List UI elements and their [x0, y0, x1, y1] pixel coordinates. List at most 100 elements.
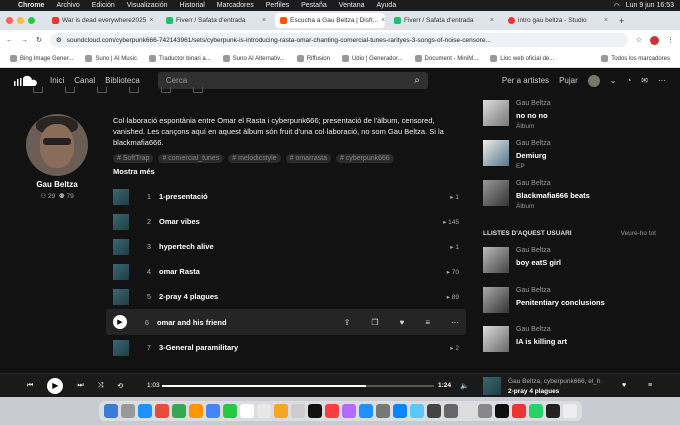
bookmark-2[interactable]: Traductor binari a... — [148, 55, 211, 62]
dock-app-icon[interactable] — [205, 404, 220, 418]
dock-app-icon[interactable] — [358, 404, 373, 418]
playlist-title[interactable]: Penitentiary conclusions — [516, 298, 605, 307]
album-artist[interactable]: Gau Beltza — [516, 180, 551, 187]
track-row[interactable]: 4 omar Rasta ▸ 70 — [106, 259, 466, 284]
dock-app-icon[interactable] — [324, 404, 339, 418]
chevron-down-icon[interactable]: ⌄ — [610, 76, 617, 85]
dock-app-icon[interactable] — [511, 404, 526, 418]
add-to-playlist-icon[interactable]: ≡ — [425, 318, 430, 327]
track-row[interactable]: 7 3-General paramilitary ▸ 2 — [106, 335, 466, 360]
action-icon[interactable] — [193, 87, 203, 93]
close-icon[interactable]: × — [149, 17, 153, 24]
tab-2[interactable]: Escucha a Gau Beltza | Disfr... × — [275, 13, 385, 28]
track-title[interactable]: omar Rasta — [159, 267, 447, 276]
tag[interactable]: # comercial_tunes — [158, 154, 224, 163]
dock-app-icon[interactable] — [341, 404, 356, 418]
clock[interactable]: Lun 9 jun 16:53 — [626, 2, 674, 9]
menu-pestana[interactable]: Pestaña — [301, 2, 327, 9]
close-icon[interactable]: × — [381, 17, 385, 24]
tag[interactable]: # SoftTrap — [113, 154, 154, 163]
shuffle-icon[interactable]: ⤨ — [98, 382, 104, 390]
track-title[interactable]: 3-General paramilitary — [159, 343, 450, 352]
tab-1[interactable]: Fiverr / Safata d'entrada × — [161, 13, 271, 28]
play-icon[interactable]: ▶ — [47, 377, 64, 394]
close-window-button[interactable] — [6, 17, 13, 24]
like-icon[interactable]: ♥ — [622, 382, 626, 389]
dock-app-icon[interactable] — [392, 404, 407, 418]
dock-app-icon[interactable] — [545, 404, 560, 418]
dock-app-icon[interactable] — [494, 404, 509, 418]
nav-inici[interactable]: Inici — [50, 76, 64, 85]
bookmark-4[interactable]: Riffusion — [296, 55, 330, 62]
minimize-window-button[interactable] — [17, 17, 24, 24]
bookmark-0[interactable]: Bing Image Gener... — [10, 55, 73, 62]
album-title[interactable]: Blackmafia666 beats — [516, 191, 590, 200]
repeat-icon[interactable]: ⟲ — [117, 382, 123, 390]
track-row[interactable]: 3 hypertech alive ▸ 1 — [106, 234, 466, 259]
wifi-icon[interactable]: ◠ — [614, 2, 620, 10]
next-icon[interactable]: ⏭ — [77, 382, 83, 390]
dock-app-icon[interactable] — [443, 404, 458, 418]
copy-icon[interactable]: ❐ — [371, 318, 378, 327]
new-tab-button[interactable]: + — [619, 16, 624, 26]
profile-icon[interactable] — [650, 35, 659, 45]
track-title[interactable]: 2-pray 4 plagues — [159, 292, 447, 301]
album-artist[interactable]: Gau Beltza — [516, 140, 551, 147]
playlist-artist[interactable]: Gau Beltza — [516, 326, 551, 333]
bookmark-7[interactable]: Lloc web oficial de... — [490, 55, 554, 62]
track-row-hovered[interactable]: ▶ 6 omar and his friend ⇪ ❐ ♥ ≡ ⋯ — [106, 309, 466, 335]
search-icon[interactable]: ⌕ — [414, 75, 420, 86]
more-menu-icon[interactable]: ⋮ — [667, 36, 674, 44]
menu-visualizacion[interactable]: Visualización — [127, 2, 168, 9]
nav-biblioteca[interactable]: Biblioteca — [105, 76, 140, 85]
dock-app-icon[interactable] — [426, 404, 441, 418]
track-title[interactable]: 1-presentació — [159, 192, 450, 201]
dock-app-icon[interactable] — [222, 404, 237, 418]
show-more-link[interactable]: Mostra més — [113, 167, 155, 176]
upload-link[interactable]: Pujar — [559, 76, 578, 85]
see-all-link[interactable]: Veure-ho tot — [621, 230, 656, 237]
site-info-icon[interactable]: ⚙ — [56, 36, 62, 44]
share-icon[interactable]: ⇪ — [344, 318, 351, 327]
dock-app-icon[interactable] — [120, 404, 135, 418]
playlist-artist[interactable]: Gau Beltza — [516, 287, 551, 294]
playlist-item[interactable]: Gau Beltza IA is killing art — [483, 326, 668, 366]
menu-archivo[interactable]: Archivo — [56, 2, 79, 9]
tag[interactable]: # omarrasta — [285, 154, 331, 163]
reload-icon[interactable]: ↻ — [36, 36, 42, 44]
album-title[interactable]: Demiurg — [516, 151, 546, 160]
like-icon[interactable]: ♥ — [400, 318, 405, 327]
dock-app-icon[interactable] — [103, 404, 118, 418]
track-title[interactable]: hypertech alive — [159, 242, 450, 251]
action-icon[interactable] — [129, 87, 139, 93]
action-icon[interactable] — [97, 87, 107, 93]
menu-ventana[interactable]: Ventana — [339, 2, 365, 9]
album-item[interactable]: Gau Beltza Demiurg EP — [483, 140, 668, 180]
dock-app-icon[interactable] — [137, 404, 152, 418]
playlist-artist[interactable]: Gau Beltza — [516, 247, 551, 254]
menu-marcadores[interactable]: Marcadores — [217, 2, 254, 9]
close-icon[interactable]: × — [490, 17, 494, 24]
action-icon[interactable] — [33, 87, 43, 93]
dock-app-icon[interactable] — [460, 404, 475, 418]
playlist-item[interactable]: Gau Beltza Penitentiary conclusions — [483, 287, 668, 327]
bookmark-star-icon[interactable]: ☆ — [636, 36, 642, 44]
track-title[interactable]: omar and his friend — [157, 318, 344, 327]
back-icon[interactable]: ← — [6, 37, 13, 44]
tab-3[interactable]: Fiverr / Safata d'entrada × — [389, 13, 499, 28]
dock-app-icon[interactable] — [528, 404, 543, 418]
track-row[interactable]: 2 Omar vibes ▸ 145 — [106, 209, 466, 234]
tag[interactable]: # cyberpunk666 — [335, 154, 394, 163]
tab-0[interactable]: War is dead everywhere2025 × — [47, 13, 157, 28]
playlist-title[interactable]: boy eatS girl — [516, 258, 561, 267]
progress-bar[interactable] — [162, 385, 434, 387]
more-icon[interactable]: ⋯ — [451, 318, 459, 327]
dock-app-icon[interactable] — [409, 404, 424, 418]
dock-app-icon[interactable] — [154, 404, 169, 418]
bookmark-5[interactable]: Udio | Generador... — [341, 55, 403, 62]
now-playing-title[interactable]: 2-pray 4 plagues — [508, 388, 559, 395]
volume-icon[interactable]: 🔈 — [460, 382, 469, 390]
play-icon[interactable]: ▶ — [113, 315, 127, 329]
action-icon[interactable] — [161, 87, 171, 93]
followers-count[interactable]: 29 — [48, 193, 55, 200]
